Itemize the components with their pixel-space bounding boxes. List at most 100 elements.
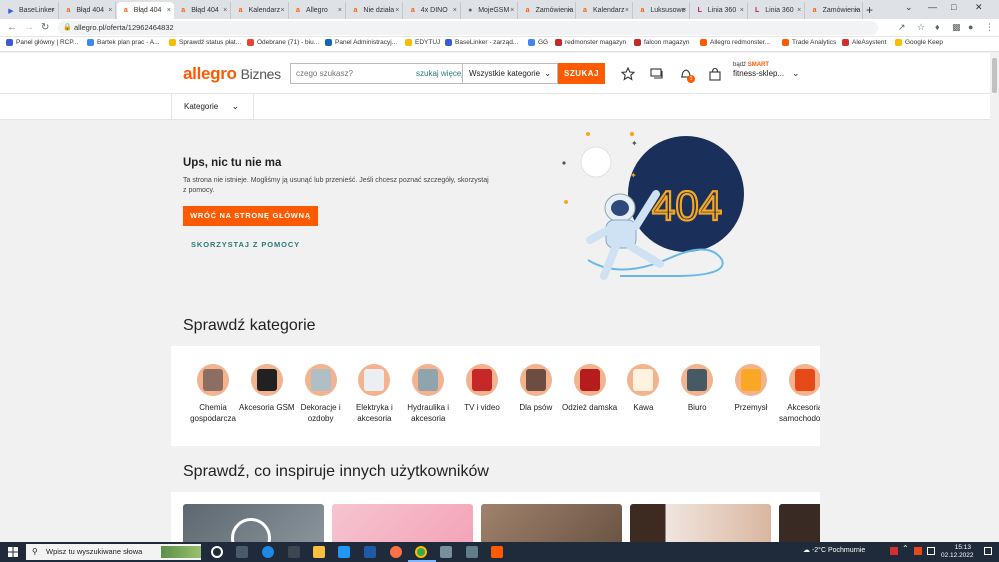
category-tile[interactable]: Hydraulika i akcesoria (400, 364, 456, 424)
cart-icon[interactable] (708, 67, 722, 81)
scrollbar-thumb[interactable] (992, 58, 997, 93)
chrome-icon[interactable] (415, 546, 427, 558)
extensions-icon[interactable]: ♦ (935, 22, 940, 32)
tray-app-icon[interactable] (890, 547, 898, 555)
category-tile[interactable]: Akcesoria GSM (239, 364, 295, 413)
bookmark-item[interactable]: GG (528, 39, 548, 46)
browser-tab[interactable]: ▶ BaseLinker × (2, 2, 59, 19)
category-tile[interactable]: Biuro (669, 364, 725, 413)
bookmark-item[interactable]: BaseLinker - zarząd... (445, 39, 518, 46)
category-select[interactable]: Wszystkie kategorie ⌄ (462, 63, 558, 84)
browser-tab[interactable]: a Allegro × (289, 2, 346, 19)
clock[interactable]: 15:13 02.12.2022 (941, 544, 974, 560)
bookmark-item[interactable]: Panel Administracyj... (325, 39, 397, 46)
search-more-link[interactable]: szukaj więcej (416, 69, 463, 78)
new-tab-button[interactable]: + (866, 3, 873, 17)
inspiration-card-image[interactable] (481, 504, 622, 542)
close-tab-icon[interactable]: × (51, 7, 55, 14)
dropdown-icon[interactable]: ⌄ (905, 2, 913, 13)
bookmark-item[interactable]: Odebrane (71) - biu... (247, 39, 319, 46)
messages-icon[interactable] (650, 67, 664, 81)
category-tile[interactable]: Elektryka i akcesoria (346, 364, 402, 424)
firefox-icon[interactable] (390, 546, 402, 558)
account-name[interactable]: fitness-sklep... (733, 69, 784, 78)
category-tile[interactable]: Chemia gospodarcza (185, 364, 241, 424)
close-window-icon[interactable]: ✕ (975, 2, 983, 13)
browser-tab[interactable]: a Błąd 404 × (116, 2, 174, 19)
tray-app-icon[interactable] (914, 547, 922, 555)
close-tab-icon[interactable]: × (682, 7, 686, 14)
close-tab-icon[interactable]: × (108, 7, 112, 14)
browser-tab[interactable]: ● MojeGSM × (461, 2, 519, 19)
back-home-button[interactable]: WRÓĆ NA STRONĘ GŁÓWNĄ (183, 206, 318, 226)
close-tab-icon[interactable]: × (167, 7, 171, 14)
bookmark-item[interactable]: Panel główny | RCP... (6, 39, 78, 46)
su-app-icon[interactable] (364, 546, 376, 558)
notifications-icon[interactable] (984, 547, 992, 555)
star-icon[interactable] (621, 67, 635, 81)
browser-tab[interactable]: a Błąd 404 × (59, 2, 117, 19)
close-tab-icon[interactable]: × (453, 7, 457, 14)
categories-dropdown[interactable]: Kategorie ⌄ (171, 94, 254, 119)
browser-tab[interactable]: a 4x DINO × (404, 2, 461, 19)
browser-tab[interactable]: a Kalendarz × (576, 2, 633, 19)
reload-icon[interactable]: ↻ (41, 22, 49, 33)
category-tile[interactable]: Kawa (615, 364, 671, 413)
back-icon[interactable]: ← (7, 22, 17, 33)
network-icon[interactable] (927, 547, 935, 555)
category-tile[interactable]: Dekoracje i ozdoby (293, 364, 349, 424)
browser-tab[interactable]: L Linia 360 × (691, 2, 748, 19)
category-tile[interactable]: Przemysł (723, 364, 779, 413)
widgets-icon[interactable] (236, 546, 248, 558)
inspiration-card-image[interactable] (332, 504, 473, 542)
profile-icon[interactable]: ● (968, 22, 973, 32)
bookmark-item[interactable]: Sprawdź status płat... (169, 39, 241, 46)
close-tab-icon[interactable]: × (281, 7, 285, 14)
category-tile[interactable]: Akcesoria samochodowe (777, 364, 820, 424)
browser-tab[interactable]: a Kalendarz × (232, 2, 289, 19)
browser-tab[interactable]: a Zamówienia × (519, 2, 576, 19)
browser-tab[interactable]: a Błąd 404 × (174, 2, 232, 19)
browser-tab[interactable]: L Linia 360 × (748, 2, 806, 19)
close-tab-icon[interactable]: × (510, 7, 514, 14)
search-button[interactable]: SZUKAJ (558, 63, 605, 84)
smart-badge[interactable]: bądź SMART (733, 61, 769, 69)
sidebar-icon[interactable]: ▩ (952, 22, 961, 33)
browser-tab[interactable]: a Luksusowe × (633, 2, 691, 19)
browser-tab[interactable]: a Zamówienia × (806, 2, 863, 19)
close-tab-icon[interactable]: × (395, 7, 399, 14)
chevron-up-icon[interactable]: ⌃ (902, 544, 910, 553)
task-view-icon[interactable] (211, 546, 223, 558)
close-tab-icon[interactable]: × (223, 7, 227, 14)
share-icon[interactable]: ↗ (898, 22, 906, 33)
windows-start-icon[interactable] (8, 547, 18, 557)
mail-icon[interactable] (338, 546, 350, 558)
weather-widget[interactable]: ☁ -2°C Pochmurnie (803, 546, 865, 554)
bookmark-star-icon[interactable]: ☆ (917, 22, 925, 33)
close-tab-icon[interactable]: × (740, 7, 744, 14)
minimize-icon[interactable]: — (928, 2, 937, 12)
bookmark-item[interactable]: Google Keep (895, 39, 943, 46)
inspiration-card-image[interactable] (779, 504, 820, 542)
calculator-icon[interactable] (466, 546, 478, 558)
bookmark-item[interactable]: falcon magazyn (634, 39, 690, 46)
inspiration-card-image[interactable] (183, 504, 324, 542)
allegro-logo[interactable]: allegro Biznes (183, 64, 281, 84)
close-tab-icon[interactable]: × (568, 7, 572, 14)
close-tab-icon[interactable]: × (625, 7, 629, 14)
close-tab-icon[interactable]: × (855, 7, 859, 14)
store-icon[interactable] (288, 546, 300, 558)
inspiration-card-image[interactable] (630, 504, 771, 542)
category-tile[interactable]: Odzież damska (562, 364, 618, 413)
bookmark-item[interactable]: Bartek plan prac - A... (87, 39, 160, 46)
app-icon[interactable] (491, 546, 503, 558)
menu-icon[interactable]: ⋮ (985, 22, 994, 33)
app-icon[interactable] (440, 546, 452, 558)
page-scrollbar[interactable] (990, 53, 999, 542)
help-link[interactable]: SKORZYSTAJ Z POMOCY (191, 240, 300, 249)
bookmark-item[interactable]: AleAsystent (842, 39, 886, 46)
bookmark-item[interactable]: redmonster magazyn (555, 39, 626, 46)
edge-icon[interactable] (262, 546, 274, 558)
close-tab-icon[interactable]: × (338, 7, 342, 14)
bookmark-item[interactable]: Allegro redmonster... (700, 39, 770, 46)
